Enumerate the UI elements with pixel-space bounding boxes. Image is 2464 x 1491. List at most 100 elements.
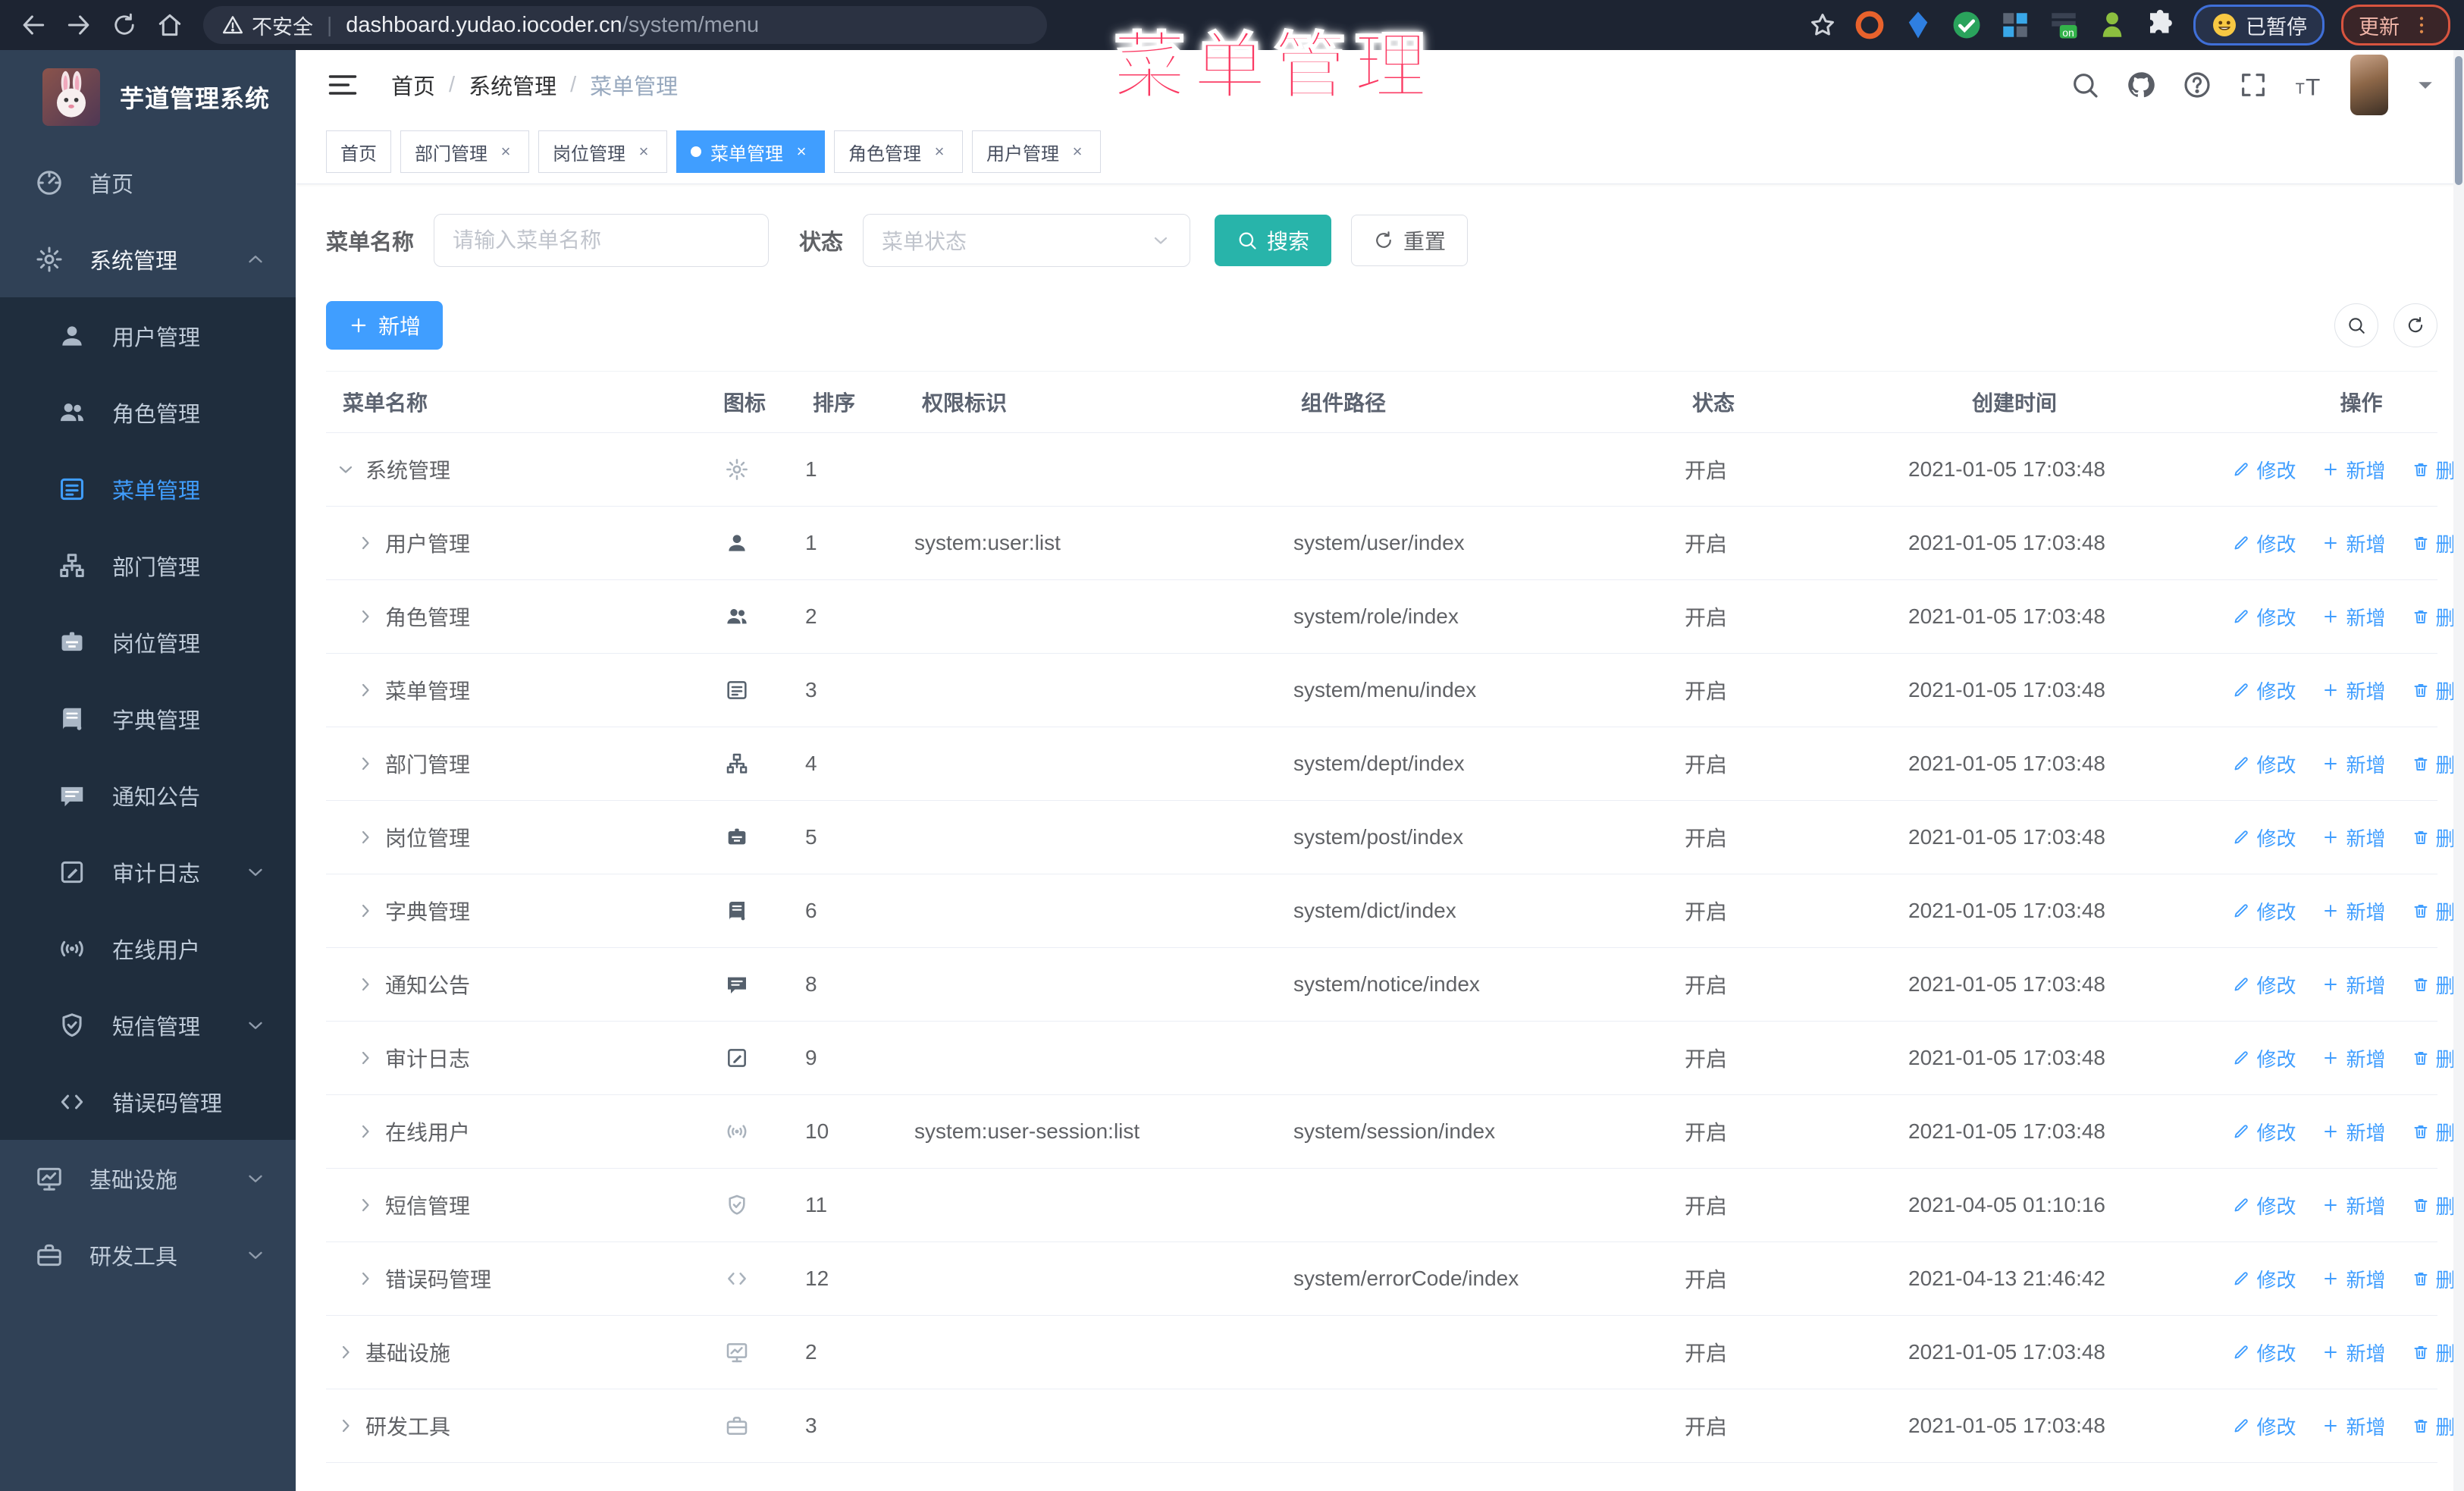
breadcrumb-item-系统管理[interactable]: 系统管理 xyxy=(469,69,556,101)
sidebar-item-用户管理[interactable]: 用户管理 xyxy=(0,297,296,374)
browser-home-button[interactable] xyxy=(150,5,190,45)
sidebar-item-在线用户[interactable]: 在线用户 xyxy=(0,910,296,987)
sidebar-item-短信管理[interactable]: 短信管理 xyxy=(0,987,296,1063)
extension-icon-grid[interactable] xyxy=(1999,9,2031,41)
edit-link[interactable]: 修改 xyxy=(2232,1044,2296,1072)
reset-button[interactable]: 重置 xyxy=(1351,215,1469,266)
add-link[interactable]: 新增 xyxy=(2321,1339,2386,1367)
user-avatar[interactable] xyxy=(2350,55,2388,115)
add-link[interactable]: 新增 xyxy=(2321,897,2386,925)
breadcrumb-item-首页[interactable]: 首页 xyxy=(391,69,435,101)
sidebar-item-岗位管理[interactable]: 岗位管理 xyxy=(0,604,296,680)
edit-link[interactable]: 修改 xyxy=(2232,971,2296,999)
expand-expand-icon[interactable] xyxy=(355,606,376,627)
page-scrollbar[interactable] xyxy=(2453,50,2464,1491)
sidebar-item-角色管理[interactable]: 角色管理 xyxy=(0,374,296,450)
add-link[interactable]: 新增 xyxy=(2321,456,2386,484)
add-button[interactable]: 新增 xyxy=(326,301,444,350)
tab-首页[interactable]: 首页 xyxy=(326,130,391,173)
edit-link[interactable]: 修改 xyxy=(2232,529,2296,557)
edit-link[interactable]: 修改 xyxy=(2232,897,2296,925)
add-link[interactable]: 新增 xyxy=(2321,529,2386,557)
expand-expand-icon[interactable] xyxy=(355,827,376,848)
add-link[interactable]: 新增 xyxy=(2321,603,2386,631)
extension-icon-gem[interactable] xyxy=(1902,9,1934,41)
extension-icon-on-badge[interactable]: on xyxy=(2048,9,2080,41)
extension-icon-check[interactable] xyxy=(1951,9,1983,41)
edit-link[interactable]: 修改 xyxy=(2232,676,2296,705)
expand-expand-icon[interactable] xyxy=(355,680,376,701)
browser-update-badge[interactable]: 更新 xyxy=(2341,5,2450,46)
menu-name-input[interactable] xyxy=(434,214,770,267)
expand-expand-icon[interactable] xyxy=(355,1047,376,1069)
refresh-table-button[interactable] xyxy=(2393,303,2437,347)
toggle-search-button[interactable] xyxy=(2334,303,2378,347)
browser-back-button[interactable] xyxy=(14,5,53,45)
tab-岗位管理[interactable]: 岗位管理 × xyxy=(538,130,667,173)
expand-expand-icon[interactable] xyxy=(355,1268,376,1289)
font-size-icon[interactable]: TT xyxy=(2294,70,2324,100)
add-link[interactable]: 新增 xyxy=(2321,1118,2386,1146)
edit-link[interactable]: 修改 xyxy=(2232,1339,2296,1367)
expand-collapse-icon[interactable] xyxy=(335,459,356,480)
tab-用户管理[interactable]: 用户管理 × xyxy=(972,130,1101,173)
sidebar-item-通知公告[interactable]: 通知公告 xyxy=(0,757,296,833)
extension-icon-orange[interactable] xyxy=(1854,9,1886,41)
add-link[interactable]: 新增 xyxy=(2321,1265,2386,1293)
expand-expand-icon[interactable] xyxy=(355,1121,376,1142)
tab-菜单管理[interactable]: 菜单管理 × xyxy=(676,130,825,173)
tab-close-icon[interactable]: × xyxy=(635,142,653,161)
profile-paused-badge[interactable]: 已暂停 xyxy=(2193,5,2324,46)
browser-reload-button[interactable] xyxy=(105,5,144,45)
add-link[interactable]: 新增 xyxy=(2321,824,2386,852)
sidebar-item-系统管理[interactable]: 系统管理 xyxy=(0,221,296,297)
edit-link[interactable]: 修改 xyxy=(2232,750,2296,778)
tab-角色管理[interactable]: 角色管理 × xyxy=(834,130,963,173)
tab-close-icon[interactable]: × xyxy=(930,142,948,161)
github-icon[interactable] xyxy=(2126,70,2156,100)
edit-link[interactable]: 修改 xyxy=(2232,1118,2296,1146)
expand-expand-icon[interactable] xyxy=(355,974,376,995)
sidebar-collapse-icon[interactable] xyxy=(326,68,359,102)
fullscreen-icon[interactable] xyxy=(2238,70,2268,100)
avatar-caret-down-icon[interactable] xyxy=(2414,74,2437,96)
extensions-puzzle-icon[interactable] xyxy=(2145,9,2177,41)
add-link[interactable]: 新增 xyxy=(2321,750,2386,778)
expand-expand-icon[interactable] xyxy=(355,900,376,921)
help-icon[interactable] xyxy=(2182,70,2212,100)
add-link[interactable]: 新增 xyxy=(2321,676,2386,705)
extension-icon-green[interactable] xyxy=(2096,9,2128,41)
sidebar-item-部门管理[interactable]: 部门管理 xyxy=(0,527,296,604)
app-logo-row[interactable]: 芋道管理系统 xyxy=(0,50,296,144)
browser-forward-button[interactable] xyxy=(59,5,99,45)
search-button[interactable]: 搜索 xyxy=(1215,215,1332,266)
add-link[interactable]: 新增 xyxy=(2321,1044,2386,1072)
tab-close-icon[interactable]: × xyxy=(497,142,515,161)
sidebar-item-首页[interactable]: 首页 xyxy=(0,144,296,221)
expand-expand-icon[interactable] xyxy=(355,1194,376,1216)
sidebar-item-菜单管理[interactable]: 菜单管理 xyxy=(0,450,296,527)
expand-expand-icon[interactable] xyxy=(335,1415,356,1436)
header-search-icon[interactable] xyxy=(2070,70,2100,100)
add-link[interactable]: 新增 xyxy=(2321,971,2386,999)
sidebar-item-字典管理[interactable]: 字典管理 xyxy=(0,680,296,757)
tab-close-icon[interactable]: × xyxy=(1068,142,1086,161)
edit-link[interactable]: 修改 xyxy=(2232,1191,2296,1219)
expand-expand-icon[interactable] xyxy=(355,532,376,554)
sidebar-item-审计日志[interactable]: 审计日志 xyxy=(0,833,296,910)
menu-status-select[interactable]: 菜单状态 xyxy=(863,214,1191,267)
address-bar[interactable]: 不安全 | dashboard.yudao.iocoder.cn/system/… xyxy=(203,6,1047,44)
edit-link[interactable]: 修改 xyxy=(2232,603,2296,631)
sidebar-item-基础设施[interactable]: 基础设施 xyxy=(0,1140,296,1216)
edit-link[interactable]: 修改 xyxy=(2232,1412,2296,1440)
bookmark-star-icon[interactable] xyxy=(1808,11,1837,39)
expand-expand-icon[interactable] xyxy=(355,753,376,774)
tab-部门管理[interactable]: 部门管理 × xyxy=(400,130,529,173)
scrollbar-thumb[interactable] xyxy=(2455,56,2462,185)
expand-expand-icon[interactable] xyxy=(335,1342,356,1363)
edit-link[interactable]: 修改 xyxy=(2232,1265,2296,1293)
sidebar-item-错误码管理[interactable]: 错误码管理 xyxy=(0,1063,296,1140)
tab-close-icon[interactable]: × xyxy=(792,142,810,161)
sidebar-item-研发工具[interactable]: 研发工具 xyxy=(0,1216,296,1293)
add-link[interactable]: 新增 xyxy=(2321,1191,2386,1219)
